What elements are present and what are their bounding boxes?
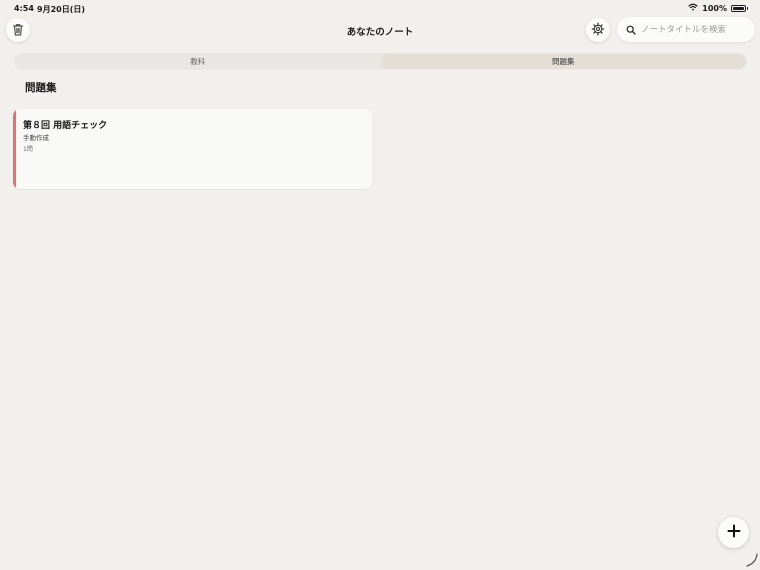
card-accent-bar [13, 109, 16, 189]
app-screen: 4:54 9月20日(日) 100% あなたのノート ノートタイトルを検索 教科… [0, 0, 760, 570]
segment-question-sets[interactable]: 問題集 [380, 54, 746, 69]
settings-button[interactable] [586, 18, 610, 42]
search-field[interactable] [617, 17, 755, 42]
status-date: 9月20日(日) [37, 5, 86, 14]
category-segmented-control: 教科 問題集 [14, 53, 747, 70]
status-bar: 4:54 9月20日(日) 100% [0, 0, 760, 18]
corner-resize-indicator [746, 553, 758, 567]
status-time: 4:54 [14, 4, 34, 13]
segment-subjects[interactable]: 教科 [15, 54, 381, 69]
card-subtitle: 手動作成 [23, 134, 49, 142]
status-indicators: 100% [688, 3, 748, 13]
search-input[interactable] [641, 24, 751, 35]
section-title: 問題集 [25, 82, 57, 94]
add-button[interactable] [718, 517, 749, 548]
battery-icon [731, 4, 748, 12]
plus-icon [727, 523, 741, 542]
question-set-card[interactable]: 第８回 用語チェック 手動作成 1問 [13, 109, 372, 189]
gear-icon [591, 21, 605, 40]
wifi-icon [688, 3, 698, 13]
card-question-count: 1問 [23, 146, 33, 153]
search-icon [626, 20, 636, 39]
battery-percent: 100% [702, 3, 727, 13]
card-title: 第８回 用語チェック [23, 121, 108, 131]
battery-fill [733, 6, 744, 10]
